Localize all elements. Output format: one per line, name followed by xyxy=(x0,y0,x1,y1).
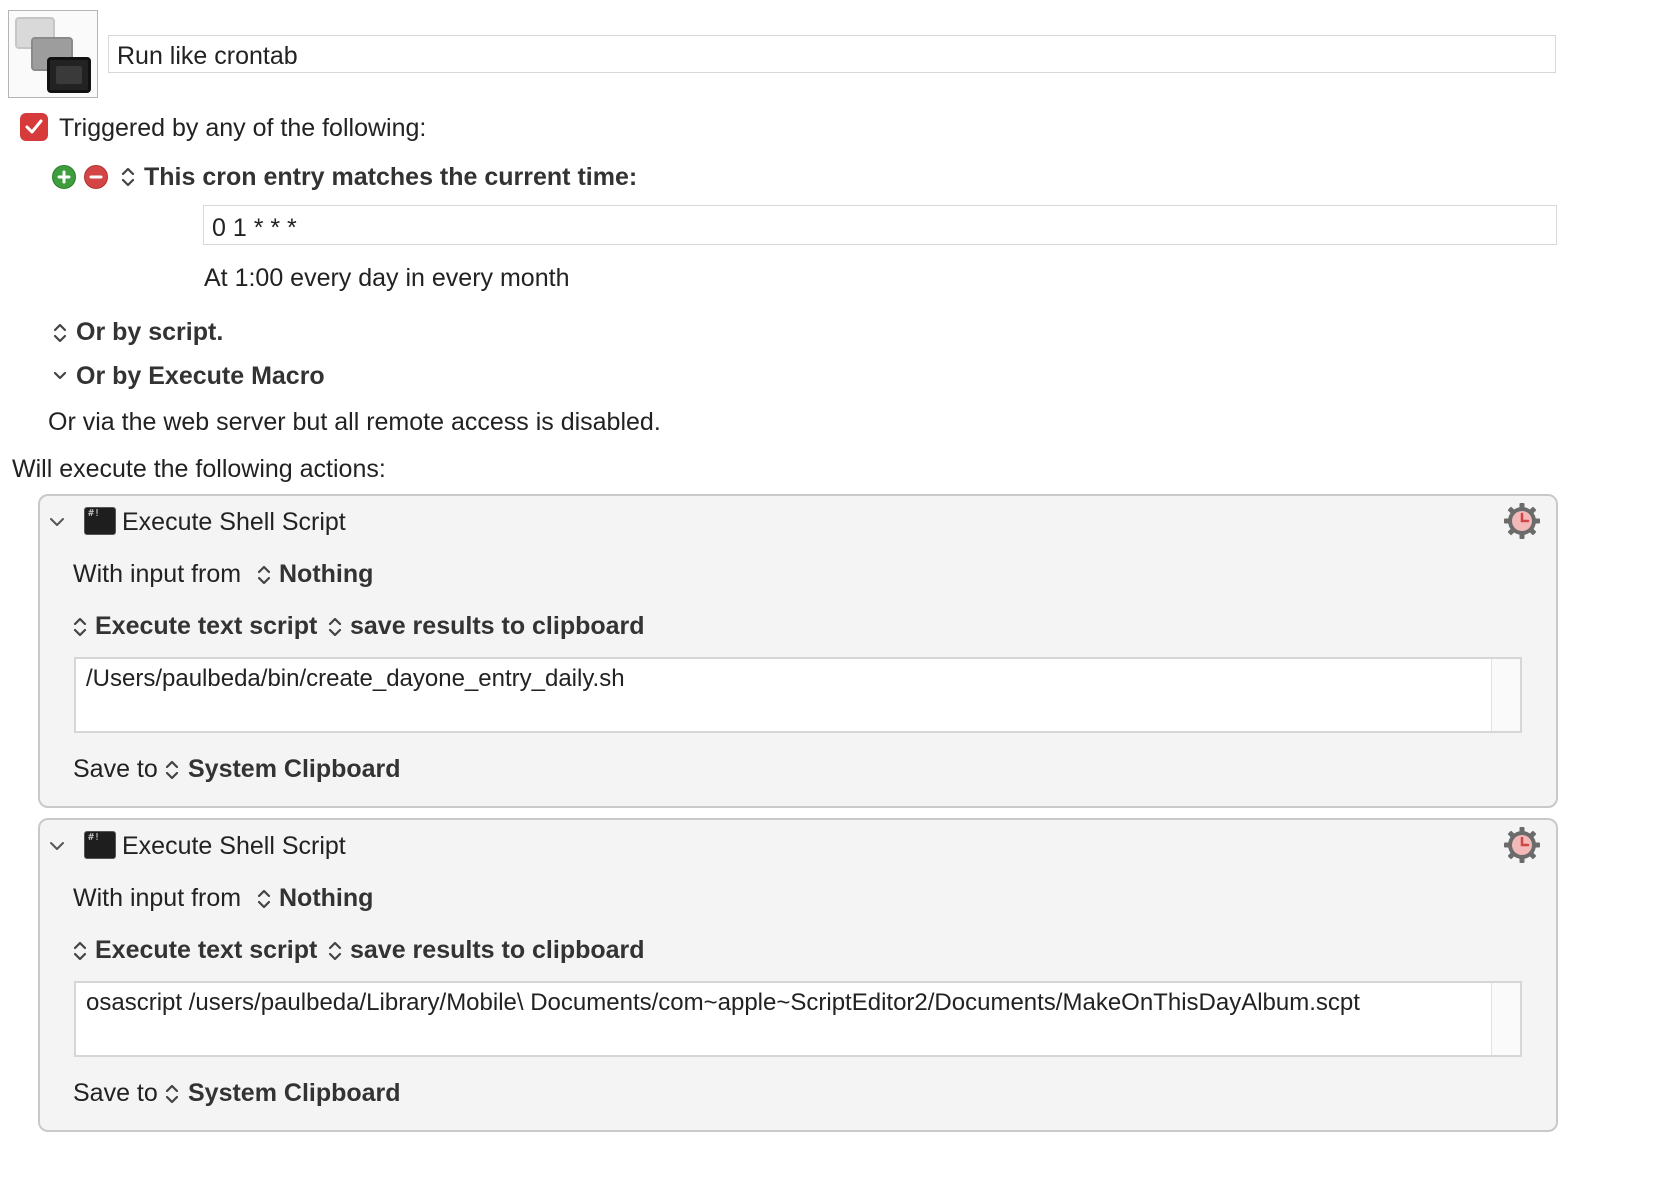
input-from-label: With input from xyxy=(73,560,242,588)
up-down-chevron-icon[interactable] xyxy=(53,322,67,344)
minus-circle-icon xyxy=(89,175,103,179)
remove-trigger-button[interactable] xyxy=(84,165,108,189)
input-from-select[interactable]: Nothing xyxy=(279,560,373,589)
action-title: Execute Shell Script xyxy=(122,832,346,860)
scrollbar[interactable] xyxy=(1491,983,1520,1055)
result-mode-select[interactable]: save results to clipboard xyxy=(350,612,645,641)
up-down-chevron-icon[interactable] xyxy=(328,616,342,638)
chevron-down-icon[interactable] xyxy=(49,514,65,530)
actions-heading: Will execute the following actions: xyxy=(12,455,386,483)
chevron-down-icon[interactable] xyxy=(49,838,65,854)
script-text: /Users/paulbeda/bin/create_dayone_entry_… xyxy=(86,665,625,692)
stacked-windows-icon-front xyxy=(47,57,91,93)
or-by-execute-macro-label[interactable]: Or by Execute Macro xyxy=(76,362,325,391)
up-down-chevron-icon[interactable] xyxy=(165,759,179,781)
save-to-label: Save to xyxy=(73,1079,158,1107)
gear-clock-icon[interactable] xyxy=(1502,501,1542,541)
plus-circle-icon xyxy=(57,170,71,184)
cron-entry-field[interactable]: 0 1 * * * xyxy=(203,205,1557,245)
up-down-chevron-icon[interactable] xyxy=(165,1083,179,1105)
cron-trigger-label[interactable]: This cron entry matches the current time… xyxy=(144,163,637,192)
up-down-chevron-icon[interactable] xyxy=(73,940,87,962)
scrollbar[interactable] xyxy=(1491,659,1520,731)
script-text-area[interactable]: /Users/paulbeda/bin/create_dayone_entry_… xyxy=(74,657,1522,733)
save-to-select[interactable]: System Clipboard xyxy=(188,1079,401,1108)
checkmark-icon xyxy=(25,119,43,134)
or-by-script-label[interactable]: Or by script. xyxy=(76,318,223,347)
chevron-down-icon[interactable] xyxy=(53,368,67,384)
terminal-icon: #! xyxy=(84,831,116,859)
action-title: Execute Shell Script xyxy=(122,508,346,536)
add-trigger-button[interactable] xyxy=(52,165,76,189)
script-mode-select[interactable]: Execute text script xyxy=(95,936,317,965)
input-from-label: With input from xyxy=(73,884,242,912)
script-text-area[interactable]: osascript /users/paulbeda/Library/Mobile… xyxy=(74,981,1522,1057)
up-down-chevron-icon[interactable] xyxy=(73,616,87,638)
script-mode-select[interactable]: Execute text script xyxy=(95,612,317,641)
up-down-chevron-icon[interactable] xyxy=(257,564,271,586)
script-text: osascript /users/paulbeda/Library/Mobile… xyxy=(86,989,1360,1016)
action-execute-shell-script[interactable]: #! Execute Shell Script With input from … xyxy=(38,818,1558,1132)
trigger-heading: Triggered by any of the following: xyxy=(59,114,427,142)
up-down-chevron-icon[interactable] xyxy=(257,888,271,910)
macro-icon[interactable] xyxy=(8,10,98,98)
up-down-chevron-icon[interactable] xyxy=(328,940,342,962)
result-mode-select[interactable]: save results to clipboard xyxy=(350,936,645,965)
up-down-chevron-icon[interactable] xyxy=(121,166,135,188)
triggered-checkbox[interactable] xyxy=(20,113,48,141)
cron-description: At 1:00 every day in every month xyxy=(204,264,570,292)
action-execute-shell-script[interactable]: #! Execute Shell Script With input from … xyxy=(38,494,1558,808)
save-to-label: Save to xyxy=(73,755,158,783)
web-server-note: Or via the web server but all remote acc… xyxy=(48,408,661,436)
terminal-icon: #! xyxy=(84,507,116,535)
gear-clock-icon[interactable] xyxy=(1502,825,1542,865)
save-to-select[interactable]: System Clipboard xyxy=(188,755,401,784)
macro-name-field[interactable]: Run like crontab xyxy=(108,35,1556,73)
input-from-select[interactable]: Nothing xyxy=(279,884,373,913)
